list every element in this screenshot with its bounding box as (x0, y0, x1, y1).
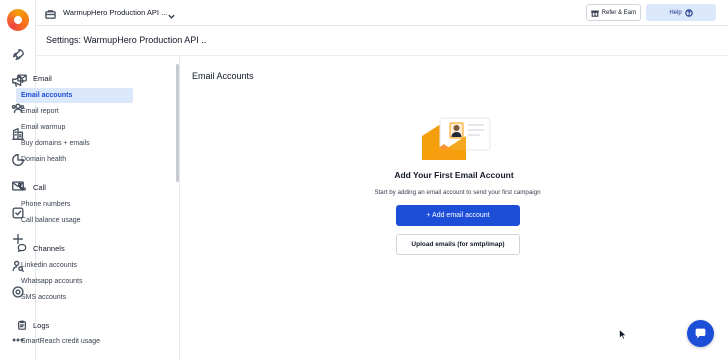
upload-emails-button[interactable]: Upload emails (for smtp/imap) (396, 234, 520, 255)
left-rail (0, 0, 36, 360)
question-circle-icon (684, 8, 693, 17)
email-envelope-illustration (422, 117, 491, 160)
rocket-icon[interactable] (10, 47, 26, 63)
phone-icon (17, 182, 27, 192)
chat-bubble-icon (695, 328, 706, 339)
workspace-icon (45, 7, 56, 19)
workspace-name[interactable]: WarmupHero Production API ... (63, 8, 167, 17)
empty-state-title: Add Your First Email Account (394, 170, 514, 180)
clipboard-icon (17, 320, 27, 330)
empty-state-description: Start by adding an email account to send… (374, 189, 541, 196)
section-title: Email Accounts (192, 71, 254, 81)
add-email-account-button[interactable]: + Add email account (396, 205, 520, 226)
gift-icon (590, 9, 599, 17)
group-heading: Logs (33, 320, 50, 330)
sidebar-item-email-warmup[interactable]: Email warmup (16, 120, 133, 135)
refer-earn-label: Refer & Earn (601, 9, 637, 16)
sidebar-item-sms[interactable]: SMS accounts (16, 290, 133, 305)
refer-earn-button[interactable]: Refer & Earn (586, 4, 641, 21)
mail-icon (17, 73, 27, 83)
help-label: Help (669, 9, 682, 16)
group-logs: Logs (17, 320, 49, 330)
sidebar-item-email-accounts[interactable]: Email accounts (16, 88, 133, 103)
sidebar-item-buy-domains[interactable]: Buy domains + emails (16, 136, 133, 151)
help-button[interactable]: Help (646, 4, 716, 21)
sidebar-item-call-balance[interactable]: Call balance usage (16, 213, 133, 228)
sidebar-item-whatsapp[interactable]: Whatsapp accounts (16, 274, 133, 289)
sidebar-item-linkedin[interactable]: Linkedin accounts (16, 258, 133, 273)
sidebar-item-phone-numbers[interactable]: Phone numbers (16, 197, 133, 212)
page-title: Settings: WarmupHero Production API .. (46, 35, 207, 45)
chat-icon (17, 243, 27, 253)
mouse-cursor-icon (619, 329, 627, 340)
group-heading: Call (33, 182, 46, 192)
sidebar-item-credit-usage[interactable]: SmartReach credit usage (16, 334, 133, 349)
chevron-down-icon[interactable] (167, 8, 176, 19)
sidebar-scrollbar[interactable] (176, 64, 179, 182)
app-logo[interactable] (7, 9, 29, 31)
group-heading: Channels (33, 243, 65, 253)
group-channels: Channels (17, 243, 65, 253)
sidebar-item-email-report[interactable]: Email report (16, 104, 133, 119)
group-heading: Email (33, 73, 52, 83)
group-call: Call (17, 182, 46, 192)
sidebar-item-domain-health[interactable]: Domain health (16, 152, 133, 167)
top-bar: WarmupHero Production API ... Refer & Ea… (36, 0, 728, 26)
group-email: Email (17, 73, 52, 83)
chat-widget-button[interactable] (687, 320, 714, 347)
